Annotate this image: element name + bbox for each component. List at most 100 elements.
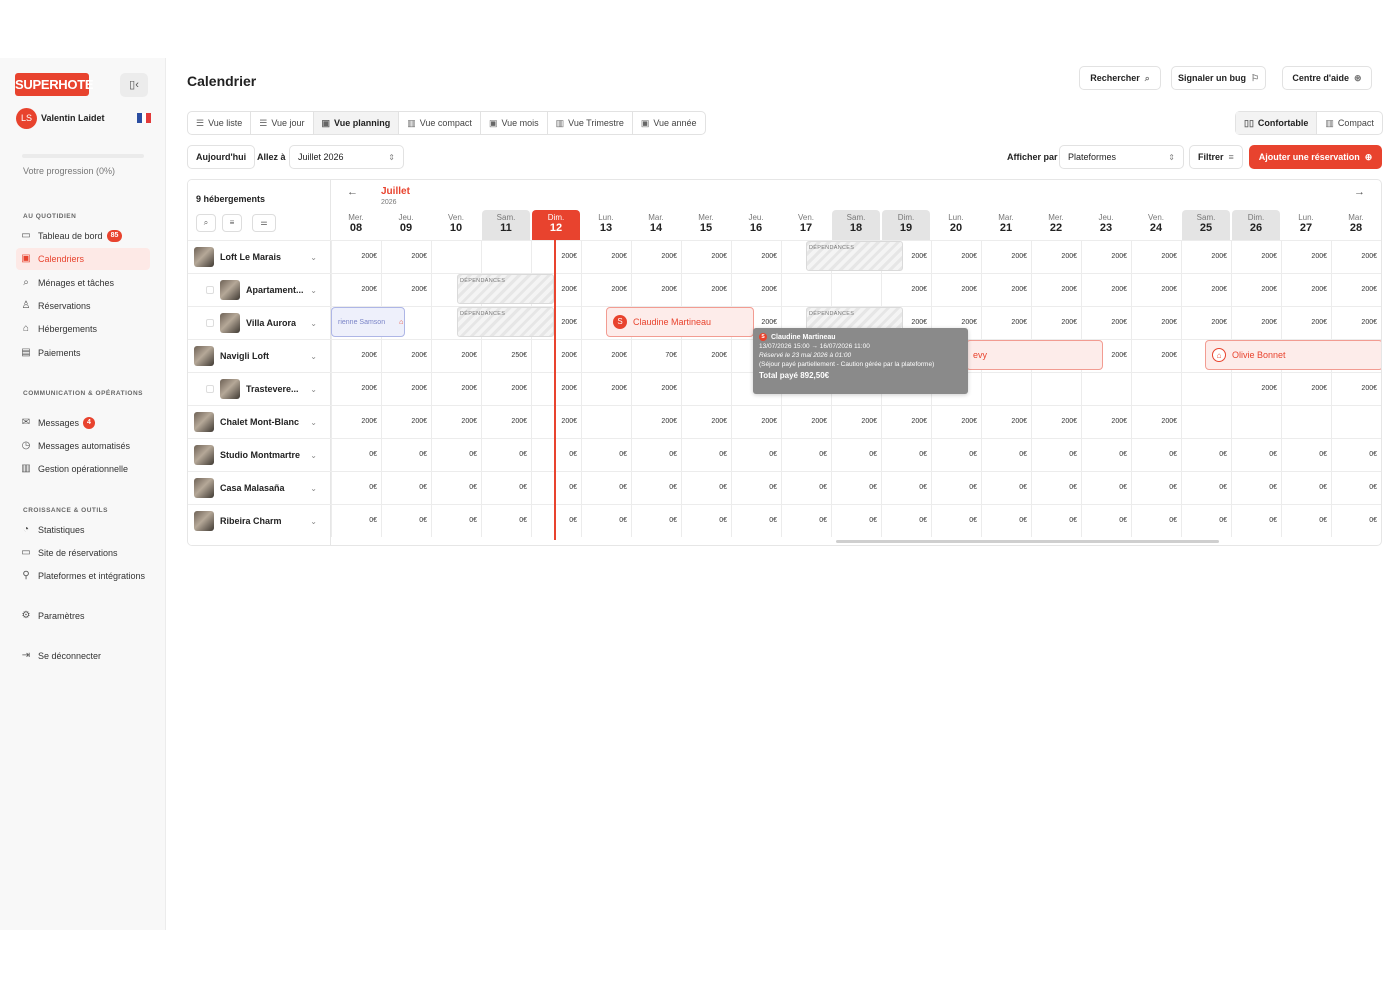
- user-profile[interactable]: LS Valentin Laidet: [16, 108, 152, 130]
- price-cell[interactable]: 250€: [481, 340, 531, 372]
- price-cell[interactable]: 0€: [481, 505, 531, 537]
- price-cell[interactable]: [481, 241, 531, 273]
- price-cell[interactable]: 0€: [531, 505, 581, 537]
- month-select[interactable]: Juillet 2026 ⇕: [289, 145, 404, 169]
- price-cell[interactable]: 0€: [1231, 439, 1281, 471]
- price-cell[interactable]: 0€: [1281, 439, 1331, 471]
- price-cell[interactable]: 0€: [581, 472, 631, 504]
- price-cell[interactable]: 200€: [381, 340, 431, 372]
- price-cell[interactable]: 200€: [1281, 241, 1331, 273]
- price-cell[interactable]: 200€: [1181, 241, 1231, 273]
- price-cell[interactable]: [1231, 406, 1281, 438]
- sidebar-item-payments[interactable]: ▤ Paiements: [16, 342, 150, 364]
- chevron-down-icon[interactable]: ⌄: [310, 253, 317, 262]
- price-cell[interactable]: 0€: [781, 472, 831, 504]
- price-cell[interactable]: 200€: [681, 406, 731, 438]
- tab-day-view[interactable]: ☰ Vue jour: [251, 112, 314, 134]
- price-cell[interactable]: 0€: [931, 505, 981, 537]
- price-cell[interactable]: 200€: [1031, 406, 1081, 438]
- price-cell[interactable]: 0€: [881, 472, 931, 504]
- price-cell[interactable]: 200€: [1081, 274, 1131, 306]
- reservation-bar[interactable]: rienne Samson ⌂: [331, 307, 405, 337]
- price-cell[interactable]: 0€: [931, 472, 981, 504]
- price-cell[interactable]: 200€: [331, 274, 381, 306]
- price-cell[interactable]: 200€: [1331, 307, 1381, 339]
- tab-list-view[interactable]: ☰ Vue liste: [188, 112, 252, 134]
- price-cell[interactable]: 200€: [1031, 274, 1081, 306]
- price-cell[interactable]: 200€: [1131, 274, 1181, 306]
- property-row[interactable]: Studio Montmartre ⌄: [188, 438, 331, 471]
- price-cell[interactable]: 200€: [1131, 406, 1181, 438]
- price-cell[interactable]: 0€: [1281, 472, 1331, 504]
- price-cell[interactable]: 200€: [1231, 274, 1281, 306]
- price-cell[interactable]: 200€: [1181, 307, 1231, 339]
- price-cell[interactable]: [1031, 373, 1081, 405]
- price-cell[interactable]: 0€: [1181, 472, 1231, 504]
- price-cell[interactable]: 200€: [631, 241, 681, 273]
- horizontal-scrollbar[interactable]: [836, 540, 1219, 543]
- compact-button[interactable]: ▥ Compact: [1317, 112, 1382, 134]
- price-cell[interactable]: 0€: [781, 439, 831, 471]
- price-cell[interactable]: [581, 406, 631, 438]
- sidebar-item-accommodations[interactable]: ⌂ Hébergements: [16, 318, 150, 340]
- price-cell[interactable]: 200€: [1331, 274, 1381, 306]
- sidebar-item-statistics[interactable]: ◔ Statistiques: [16, 519, 150, 541]
- sidebar-item-automated-messages[interactable]: ◷ Messages automatisés: [16, 435, 150, 457]
- property-row[interactable]: Casa Malasaña ⌄: [188, 471, 331, 504]
- sidebar-item-integrations[interactable]: ⚲ Plateformes et intégrations: [16, 565, 150, 587]
- price-cell[interactable]: 200€: [481, 373, 531, 405]
- price-cell[interactable]: 0€: [431, 505, 481, 537]
- price-cell[interactable]: 200€: [431, 406, 481, 438]
- reservation-bar[interactable]: ⌂ Olivie Bonnet: [1205, 340, 1381, 370]
- price-cell[interactable]: 200€: [1081, 241, 1131, 273]
- price-cell[interactable]: 0€: [531, 439, 581, 471]
- dependency-block[interactable]: DÉPENDANCES: [806, 241, 903, 271]
- price-cell[interactable]: 200€: [1231, 241, 1281, 273]
- price-cell[interactable]: [1181, 373, 1231, 405]
- price-cell[interactable]: 200€: [631, 373, 681, 405]
- sidebar-item-calendars[interactable]: ▣ Calendriers: [16, 248, 150, 270]
- price-cell[interactable]: 0€: [631, 439, 681, 471]
- price-cell[interactable]: 200€: [1081, 406, 1131, 438]
- price-cell[interactable]: 0€: [581, 505, 631, 537]
- price-cell[interactable]: 0€: [1181, 439, 1231, 471]
- tab-compact-view[interactable]: ▥ Vue compact: [399, 112, 481, 134]
- sidebar-item-settings[interactable]: ⚙ Paramètres: [16, 605, 150, 627]
- price-cell[interactable]: [1331, 406, 1381, 438]
- sidebar-item-cleaning[interactable]: ⌕ Ménages et tâches: [16, 272, 150, 294]
- comfortable-button[interactable]: ▯▯ Confortable: [1236, 112, 1318, 134]
- price-cell[interactable]: 200€: [681, 340, 731, 372]
- price-cell[interactable]: 0€: [381, 472, 431, 504]
- price-cell[interactable]: 200€: [1331, 373, 1381, 405]
- price-cell[interactable]: 0€: [1231, 505, 1281, 537]
- sidebar-item-messages[interactable]: ✉ Messages 4: [16, 412, 150, 434]
- price-cell[interactable]: [1181, 406, 1231, 438]
- price-cell[interactable]: 200€: [331, 406, 381, 438]
- french-flag-icon[interactable]: [137, 113, 152, 123]
- price-cell[interactable]: 200€: [981, 307, 1031, 339]
- price-cell[interactable]: 200€: [731, 406, 781, 438]
- price-cell[interactable]: 200€: [631, 406, 681, 438]
- price-cell[interactable]: 0€: [1131, 505, 1181, 537]
- price-cell[interactable]: 200€: [331, 373, 381, 405]
- price-cell[interactable]: 0€: [481, 439, 531, 471]
- price-cell[interactable]: 0€: [1081, 439, 1131, 471]
- price-cell[interactable]: 200€: [331, 340, 381, 372]
- price-cell[interactable]: 0€: [1031, 505, 1081, 537]
- price-cell[interactable]: [1281, 406, 1331, 438]
- property-row[interactable]: Villa Aurora ⌄: [188, 306, 331, 339]
- price-cell[interactable]: 200€: [1231, 373, 1281, 405]
- price-cell[interactable]: 200€: [581, 373, 631, 405]
- price-cell[interactable]: 0€: [831, 472, 881, 504]
- price-cell[interactable]: 0€: [881, 439, 931, 471]
- chevron-down-icon[interactable]: ⌄: [310, 418, 317, 427]
- price-cell[interactable]: 200€: [681, 274, 731, 306]
- chevron-down-icon[interactable]: ⌄: [310, 484, 317, 493]
- property-row[interactable]: Apartament... ⌄: [188, 273, 331, 306]
- chevron-down-icon[interactable]: ⌄: [310, 517, 317, 526]
- price-cell[interactable]: 200€: [681, 241, 731, 273]
- filter-button[interactable]: Filtrer ≡: [1189, 145, 1243, 169]
- price-cell[interactable]: 200€: [581, 274, 631, 306]
- price-cell[interactable]: 0€: [1131, 472, 1181, 504]
- price-cell[interactable]: 200€: [431, 373, 481, 405]
